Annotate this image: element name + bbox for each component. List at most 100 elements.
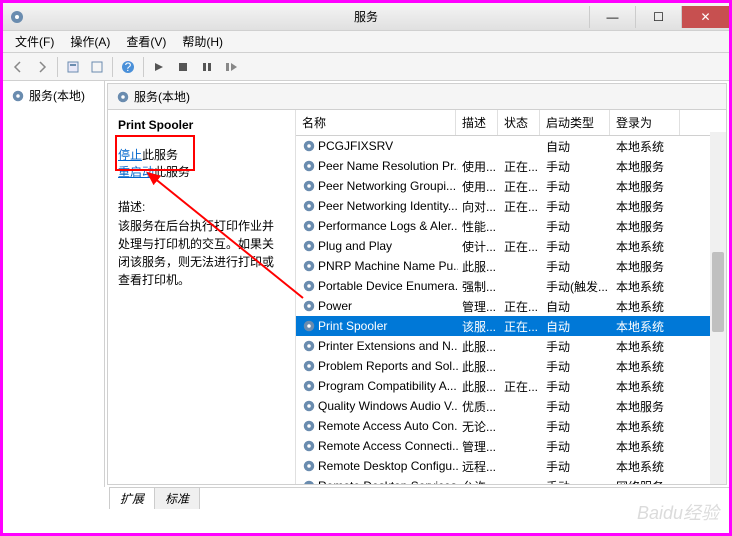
- stop-service-row: 停止此服务: [118, 146, 285, 163]
- col-header-status[interactable]: 状态: [498, 110, 540, 135]
- menu-file[interactable]: 文件(F): [7, 31, 62, 52]
- service-row[interactable]: PNRP Machine Name Pu...此服... 手动本地服务: [296, 256, 726, 276]
- maximize-button[interactable]: ☐: [635, 6, 681, 28]
- cell-logon: 本地服务: [612, 396, 682, 417]
- cell-logon: 本地系统: [612, 416, 682, 437]
- cell-start: 手动: [542, 236, 612, 257]
- cell-logon: 本地服务: [612, 256, 682, 277]
- cell-desc: 无论...: [458, 416, 500, 437]
- cell-desc: 强制...: [458, 276, 500, 297]
- col-header-desc[interactable]: 描述: [456, 110, 498, 135]
- cell-start: 手动: [542, 476, 612, 485]
- service-row[interactable]: Remote Desktop Configu...远程...手动本地系统: [296, 456, 726, 476]
- menu-help[interactable]: 帮助(H): [174, 31, 231, 52]
- back-button[interactable]: [7, 56, 29, 78]
- cell-name: Peer Networking Identity...: [298, 197, 458, 215]
- service-row[interactable]: PCGJFIXSRV自动本地系统: [296, 136, 726, 156]
- service-row[interactable]: Performance Logs & Aler...性能...手动本地服务: [296, 216, 726, 236]
- cell-logon: 本地系统: [612, 236, 682, 257]
- cell-desc: 向对...: [458, 196, 500, 217]
- list-body[interactable]: PCGJFIXSRV自动本地系统Peer Name Resolution Pr.…: [296, 136, 726, 484]
- cell-name: Printer Extensions and N...: [298, 337, 458, 355]
- cell-name: Remote Desktop Services: [298, 477, 458, 484]
- tree-node-services[interactable]: 服务(本地): [7, 85, 100, 106]
- cell-start: 手动: [542, 456, 612, 477]
- cell-start: 自动: [542, 316, 612, 337]
- service-row[interactable]: Peer Networking Identity...向对...正在...手动本…: [296, 196, 726, 216]
- refresh-button[interactable]: [86, 56, 108, 78]
- pause-button[interactable]: [196, 56, 218, 78]
- cell-desc: 允许...: [458, 476, 500, 485]
- cell-name: PNRP Machine Name Pu...: [298, 257, 458, 275]
- minimize-button[interactable]: —: [589, 6, 635, 28]
- cell-name: Peer Name Resolution Pr...: [298, 157, 458, 175]
- cell-start: 手动: [542, 256, 612, 277]
- detail-pane: Print Spooler 停止此服务 重启动此服务 描述: 该服务在后台执行打…: [108, 110, 296, 484]
- scrollbar[interactable]: [710, 132, 726, 484]
- cell-desc: 优质...: [458, 396, 500, 417]
- service-row[interactable]: Problem Reports and Sol...此服...手动本地系统: [296, 356, 726, 376]
- cell-desc: 此服...: [458, 256, 500, 277]
- service-row[interactable]: Remote Desktop Services允许...手动网络服务: [296, 476, 726, 484]
- service-row[interactable]: Portable Device Enumera...强制...手动(触发...本…: [296, 276, 726, 296]
- properties-button[interactable]: [62, 56, 84, 78]
- service-row[interactable]: Quality Windows Audio V...优质...手动本地服务: [296, 396, 726, 416]
- window-title: 服务: [354, 8, 378, 25]
- cell-name: PCGJFIXSRV: [298, 137, 458, 155]
- content-header: 服务(本地): [108, 84, 726, 110]
- close-button[interactable]: ✕: [681, 6, 729, 28]
- cell-status: 正在...: [500, 316, 542, 337]
- cell-start: 手动: [542, 216, 612, 237]
- col-header-name[interactable]: 名称: [296, 110, 456, 135]
- col-header-logon[interactable]: 登录为: [610, 110, 680, 135]
- menu-action[interactable]: 操作(A): [62, 31, 118, 52]
- cell-logon: 本地系统: [612, 376, 682, 397]
- service-row[interactable]: Power管理...正在...自动本地系统: [296, 296, 726, 316]
- tab-standard[interactable]: 标准: [154, 487, 200, 509]
- forward-button[interactable]: [31, 56, 53, 78]
- cell-name: Remote Access Auto Con...: [298, 417, 458, 435]
- start-button[interactable]: [148, 56, 170, 78]
- cell-status: 正在...: [500, 176, 542, 197]
- cell-start: 手动(触发...: [542, 276, 612, 297]
- service-row[interactable]: Print Spooler该服...正在...自动本地系统: [296, 316, 726, 336]
- cell-desc: 使计...: [458, 236, 500, 257]
- cell-start: 手动: [542, 376, 612, 397]
- cell-name: Performance Logs & Aler...: [298, 217, 458, 235]
- scrollbar-thumb[interactable]: [712, 252, 724, 332]
- restart-button[interactable]: [220, 56, 242, 78]
- cell-status: [500, 444, 542, 448]
- cell-name: Power: [298, 297, 458, 315]
- service-row[interactable]: Remote Access Connecti...管理...手动本地系统: [296, 436, 726, 456]
- service-row[interactable]: Peer Name Resolution Pr...使用...正在...手动本地…: [296, 156, 726, 176]
- detail-service-name: Print Spooler: [118, 118, 285, 132]
- stop-service-link[interactable]: 停止: [118, 148, 142, 162]
- restart-service-link[interactable]: 重启动: [118, 165, 154, 179]
- cell-logon: 本地服务: [612, 176, 682, 197]
- service-row[interactable]: Peer Networking Groupi...使用...正在...手动本地服…: [296, 176, 726, 196]
- menubar: 文件(F) 操作(A) 查看(V) 帮助(H): [3, 31, 729, 53]
- service-row[interactable]: Remote Access Auto Con...无论...手动本地系统: [296, 416, 726, 436]
- cell-logon: 本地系统: [612, 276, 682, 297]
- cell-name: Print Spooler: [298, 317, 458, 335]
- stop-button[interactable]: [172, 56, 194, 78]
- cell-name: Peer Networking Groupi...: [298, 177, 458, 195]
- description-label: 描述:: [118, 198, 285, 215]
- cell-status: 正在...: [500, 376, 542, 397]
- service-row[interactable]: Plug and Play使计...正在...手动本地系统: [296, 236, 726, 256]
- service-row[interactable]: Printer Extensions and N...此服...手动本地系统: [296, 336, 726, 356]
- menu-view[interactable]: 查看(V): [118, 31, 174, 52]
- col-header-start[interactable]: 启动类型: [540, 110, 610, 135]
- service-row[interactable]: Program Compatibility A...此服...正在...手动本地…: [296, 376, 726, 396]
- cell-status: [500, 424, 542, 428]
- cell-logon: 本地系统: [612, 316, 682, 337]
- cell-status: [500, 464, 542, 468]
- cell-status: [500, 404, 542, 408]
- cell-status: [500, 264, 542, 268]
- help-button[interactable]: ?: [117, 56, 139, 78]
- cell-status: 正在...: [500, 156, 542, 177]
- tree-pane: 服务(本地): [3, 81, 105, 487]
- cell-logon: 本地服务: [612, 196, 682, 217]
- tab-extended[interactable]: 扩展: [109, 487, 155, 509]
- watermark: Baidu经验: [637, 499, 719, 525]
